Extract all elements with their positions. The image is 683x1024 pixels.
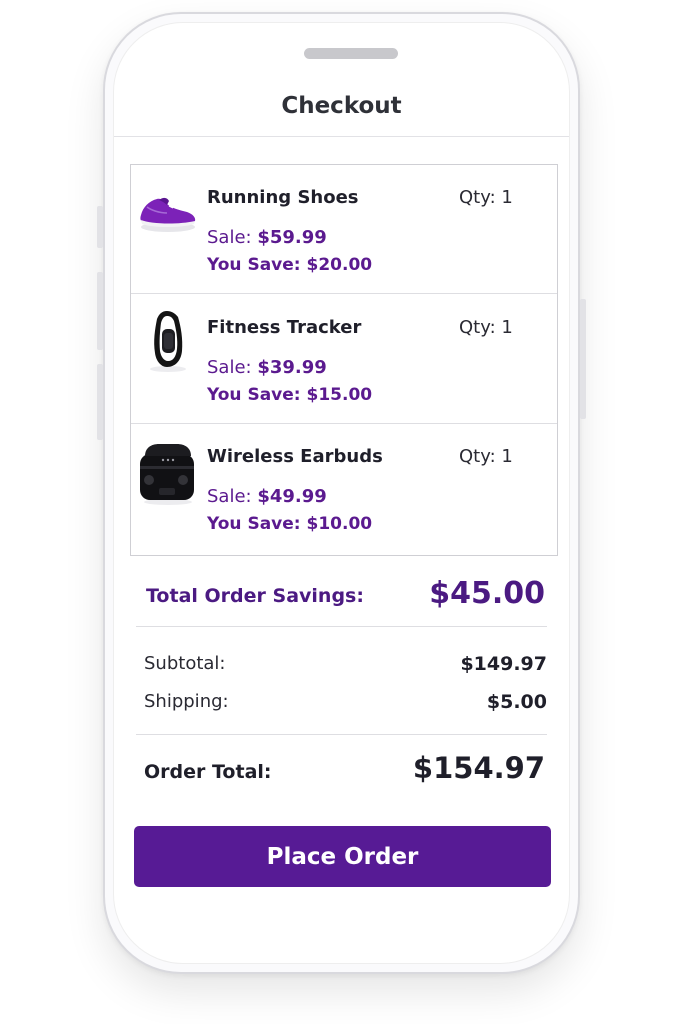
list-item[interactable]: Running Shoes Qty: 1 Sale: $59.99 You Sa… — [131, 165, 557, 294]
volume-up-button — [97, 272, 103, 350]
order-total-row: Order Total: $154.97 — [136, 748, 547, 796]
mute-switch — [97, 206, 103, 248]
savings-value: $15.00 — [306, 385, 373, 405]
list-item[interactable]: Fitness Tracker Qty: 1 Sale: $39.99 You … — [131, 295, 557, 424]
sale-value: $49.99 — [257, 486, 327, 507]
checkout-header: Checkout — [114, 85, 569, 137]
place-order-button[interactable]: Place Order — [134, 826, 551, 887]
total-savings-label: Total Order Savings: — [146, 585, 364, 607]
item-name: Wireless Earbuds — [207, 446, 383, 467]
item-qty: Qty: 1 — [459, 187, 513, 208]
sale-label: Sale: — [207, 227, 252, 248]
speaker-grille — [304, 48, 398, 59]
savings-value: $20.00 — [306, 255, 373, 275]
item-qty: Qty: 1 — [459, 317, 513, 338]
item-name: Running Shoes — [207, 187, 359, 208]
subtotal-row: Subtotal: $149.97 — [144, 653, 547, 679]
volume-down-button — [97, 364, 103, 440]
shipping-row: Shipping: $5.00 — [144, 691, 547, 717]
sale-value: $39.99 — [257, 357, 327, 378]
subtotal-value: $149.97 — [460, 653, 547, 675]
shoe-icon — [137, 177, 199, 247]
item-savings: You Save: $15.00 — [207, 385, 372, 405]
shipping-value: $5.00 — [486, 691, 547, 713]
earbuds-case-icon — [137, 436, 199, 506]
order-total-label: Order Total: — [144, 761, 272, 783]
list-item[interactable]: Wireless Earbuds Qty: 1 Sale: $49.99 You… — [131, 424, 557, 553]
item-sale-price: Sale: $49.99 — [207, 486, 327, 507]
item-name: Fitness Tracker — [207, 317, 362, 338]
cart-list: Running Shoes Qty: 1 Sale: $59.99 You Sa… — [130, 164, 558, 556]
order-summary: Subtotal: $149.97 Shipping: $5.00 — [136, 653, 547, 735]
item-savings: You Save: $10.00 — [207, 514, 372, 534]
sale-value: $59.99 — [257, 227, 327, 248]
subtotal-label: Subtotal: — [144, 653, 226, 674]
item-savings: You Save: $20.00 — [207, 255, 372, 275]
savings-label: You Save: — [207, 385, 301, 405]
savings-label: You Save: — [207, 255, 301, 275]
power-button — [580, 299, 586, 419]
order-total-value: $154.97 — [412, 751, 545, 785]
total-savings-row: Total Order Savings: $45.00 — [136, 571, 547, 627]
item-sale-price: Sale: $59.99 — [207, 227, 327, 248]
fitness-tracker-icon — [137, 307, 199, 377]
item-qty: Qty: 1 — [459, 446, 513, 467]
savings-value: $10.00 — [306, 514, 373, 534]
sale-label: Sale: — [207, 486, 252, 507]
page-title: Checkout — [281, 93, 402, 119]
item-sale-price: Sale: $39.99 — [207, 357, 327, 378]
total-savings-value: $45.00 — [429, 576, 545, 611]
shipping-label: Shipping: — [144, 691, 229, 712]
sale-label: Sale: — [207, 357, 252, 378]
savings-label: You Save: — [207, 514, 301, 534]
phone-screen: Checkout Running Shoes Qty: 1 Sale: $59.… — [113, 22, 570, 964]
phone-frame: Checkout Running Shoes Qty: 1 Sale: $59.… — [97, 12, 586, 974]
